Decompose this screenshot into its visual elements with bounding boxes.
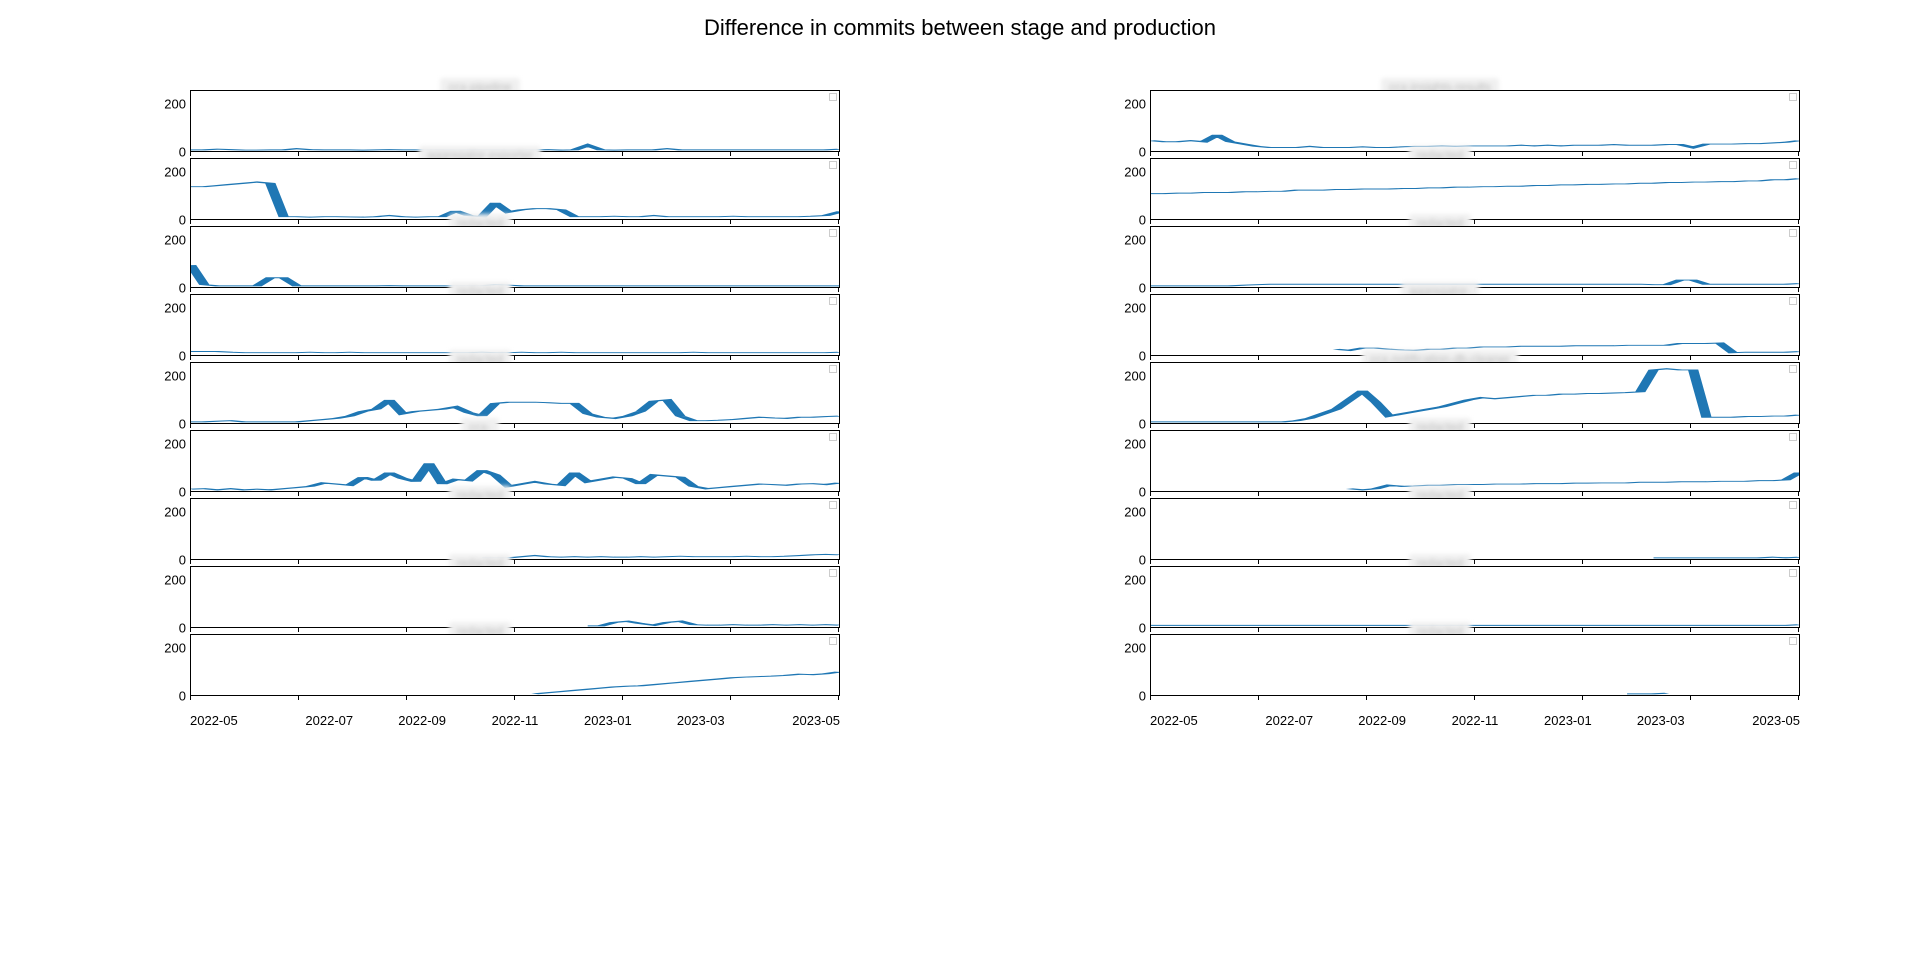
x-tick-label: 2023-05 (747, 713, 840, 728)
chart-column-left: ccx-pipeline0200aggregator-exporter0200r… (0, 90, 960, 927)
y-tick-label: 200 (1110, 437, 1146, 452)
y-tick-label: 200 (1110, 369, 1146, 384)
x-tick-label: 2023-03 (654, 713, 747, 728)
x-tick-label: 2022-11 (1429, 713, 1522, 728)
plot-area (190, 90, 840, 152)
y-tick-label: 200 (150, 301, 186, 316)
plot-area (190, 362, 840, 424)
plot-area (190, 226, 840, 288)
y-tick-label: 200 (1110, 97, 1146, 112)
y-tick-label: 200 (1110, 301, 1146, 316)
y-tick-label: 200 (1110, 233, 1146, 248)
y-tick-label: 0 (150, 689, 186, 704)
y-tick-label: 200 (150, 233, 186, 248)
y-tick-label: 200 (150, 97, 186, 112)
plot-area (1150, 634, 1800, 696)
x-tick-label: 2022-05 (190, 713, 283, 728)
y-tick-label: 200 (1110, 573, 1146, 588)
y-tick-label: 200 (150, 573, 186, 588)
x-tick-label: 2022-07 (283, 713, 376, 728)
plot-area (190, 634, 840, 696)
x-tick-label: 2023-05 (1707, 713, 1800, 728)
x-tick-row: 2022-052022-072022-092022-112023-012023-… (190, 713, 840, 728)
plot-area (1150, 294, 1800, 356)
plot-area (1150, 362, 1800, 424)
plot-area (190, 158, 840, 220)
x-tick-label: 2023-01 (1521, 713, 1614, 728)
y-tick-label: 200 (1110, 641, 1146, 656)
y-tick-label: 200 (1110, 165, 1146, 180)
plot-area (1150, 430, 1800, 492)
y-tick-label: 200 (150, 505, 186, 520)
x-tick-label: 2022-09 (1336, 713, 1429, 728)
x-tick-label: 2022-11 (469, 713, 562, 728)
y-tick-label: 200 (150, 165, 186, 180)
plot-area (1150, 226, 1800, 288)
plot-area (1150, 566, 1800, 628)
subplot: redacted02002022-052022-072022-092022-11… (120, 634, 840, 702)
x-tick-label: 2023-01 (561, 713, 654, 728)
x-tick-row: 2022-052022-072022-092022-112023-012023-… (1150, 713, 1800, 728)
chart-column-right: ccx-insights-results0200redacted0200reda… (960, 90, 1920, 927)
x-tick-label: 2022-07 (1243, 713, 1336, 728)
y-tick-label: 0 (1110, 689, 1146, 704)
y-tick-label: 200 (150, 369, 186, 384)
plot-area (1150, 158, 1800, 220)
plot-area (190, 498, 840, 560)
figure-title: Difference in commits between stage and … (0, 15, 1920, 41)
x-tick-label: 2023-03 (1614, 713, 1707, 728)
subplot: redacted02002022-052022-072022-092022-11… (1080, 634, 1800, 702)
x-tick-label: 2022-05 (1150, 713, 1243, 728)
chart-columns: ccx-pipeline0200aggregator-exporter0200r… (0, 90, 1920, 927)
y-tick-label: 200 (1110, 505, 1146, 520)
figure: Difference in commits between stage and … (0, 0, 1920, 967)
plot-area (190, 566, 840, 628)
plot-area (1150, 90, 1800, 152)
plot-area (190, 294, 840, 356)
plot-area (190, 430, 840, 492)
x-tick-label: 2022-09 (376, 713, 469, 728)
y-tick-label: 200 (150, 641, 186, 656)
y-tick-label: 200 (150, 437, 186, 452)
plot-area (1150, 498, 1800, 560)
